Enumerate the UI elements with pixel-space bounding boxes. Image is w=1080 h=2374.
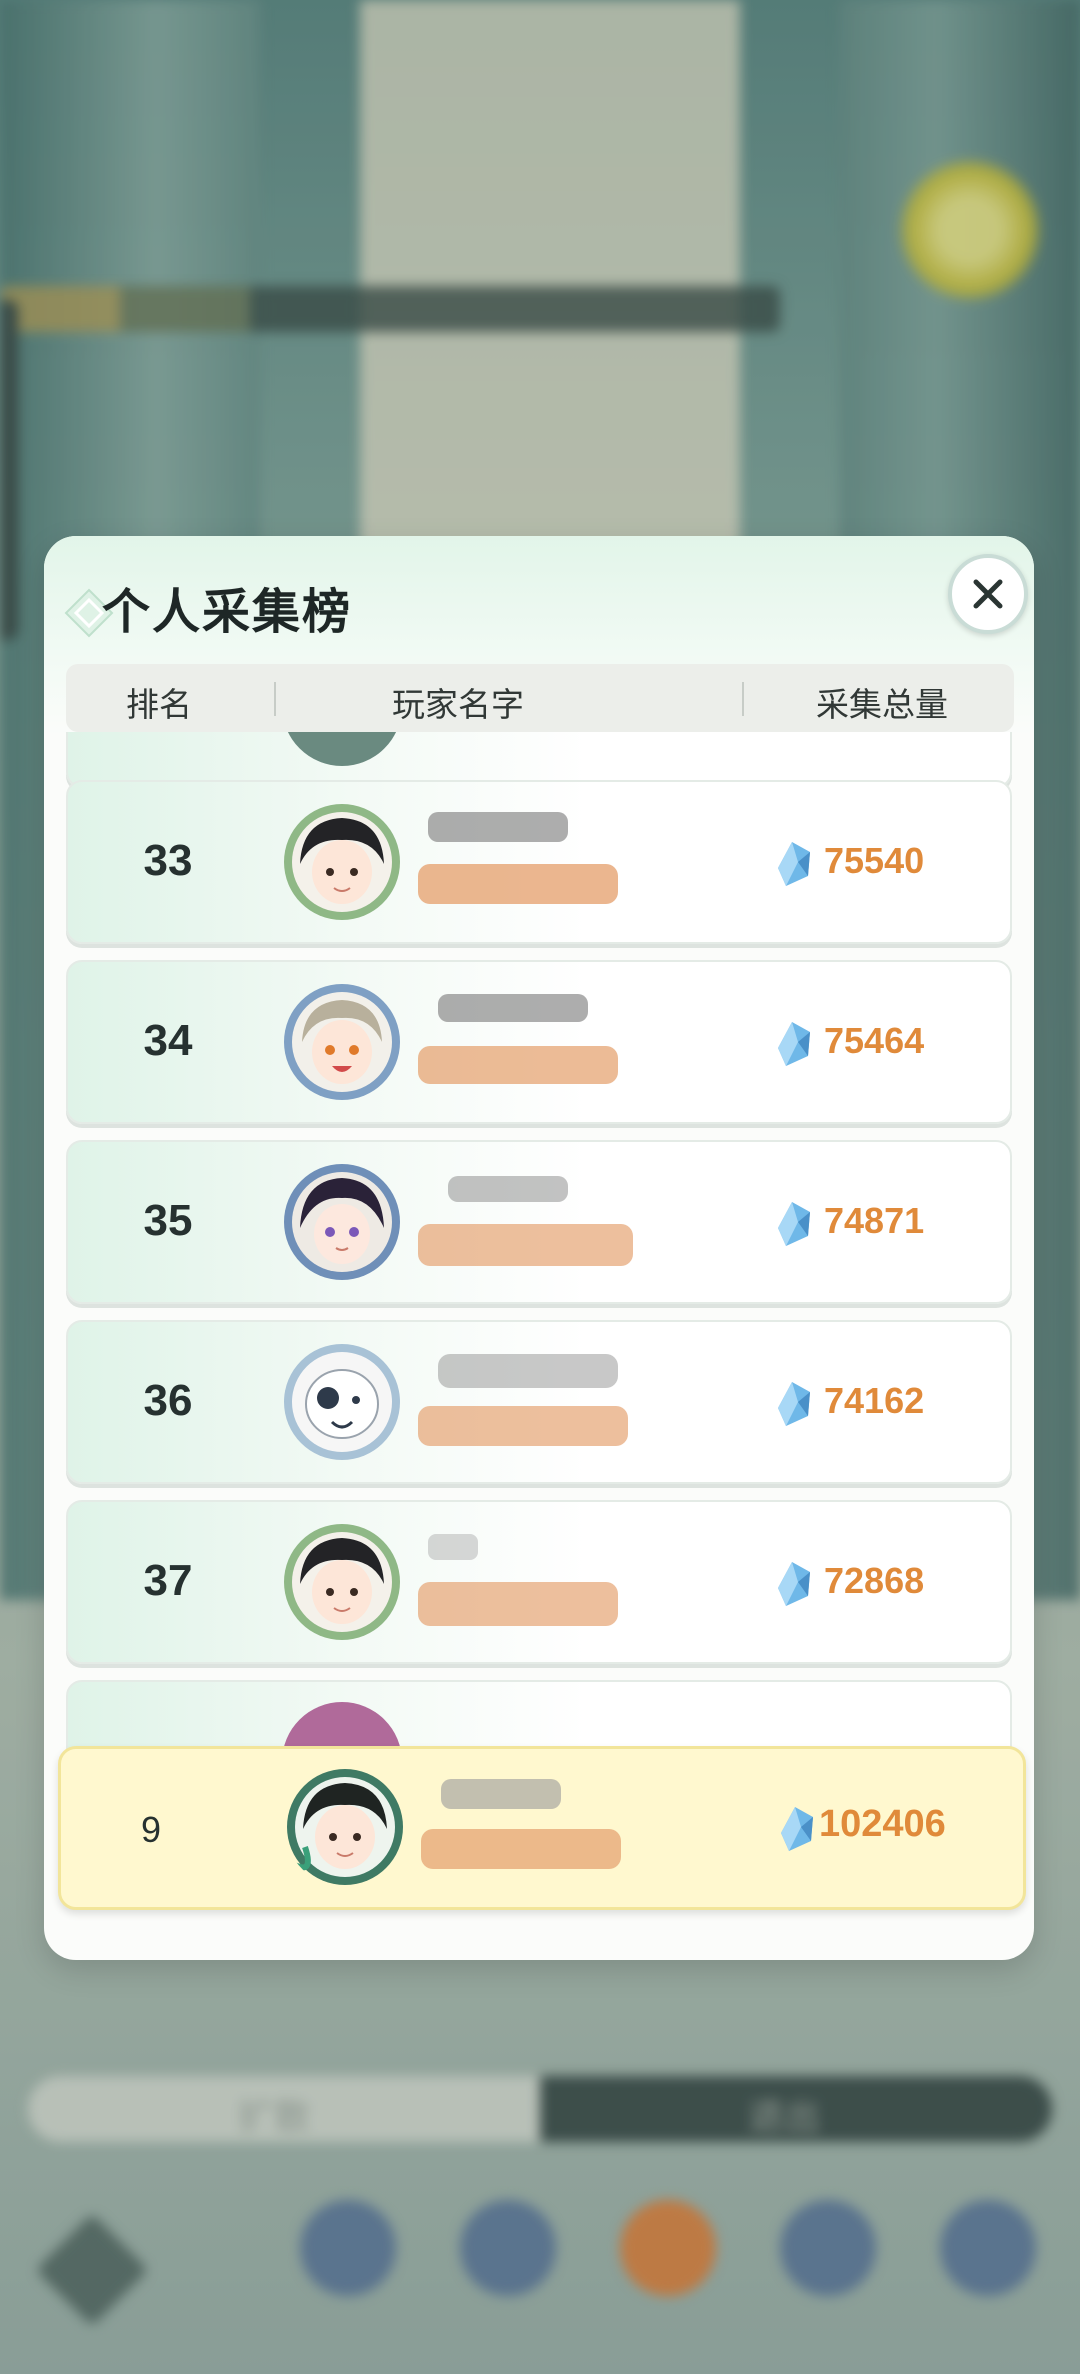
leaderboard-dialog: 个人采集榜 排名 玩家名字 采集总量 33 75540 34 75464 35 …: [44, 536, 1034, 1960]
table-row[interactable]: 37 72868: [66, 1500, 1012, 1664]
table-row[interactable]: 35 74871: [66, 1140, 1012, 1304]
table-row[interactable]: 34 75464: [66, 960, 1012, 1124]
row-rank: 34: [143, 1016, 193, 1065]
column-divider: [742, 682, 744, 716]
row-rank: 36: [143, 1376, 193, 1425]
dialog-title: 个人采集榜: [102, 586, 353, 639]
leaderboard-list[interactable]: 33 75540 34 75464 35 74871 36 74162 37 7…: [44, 732, 1034, 1912]
player-name-redacted: [418, 1534, 618, 1626]
close-button[interactable]: [948, 554, 1028, 634]
table-row[interactable]: 33 75540: [66, 780, 1012, 944]
player-name-redacted: [418, 812, 618, 904]
crystal-gem-icon: [778, 1562, 810, 1606]
player-name-redacted: [418, 994, 618, 1084]
crystal-gem-icon: [778, 1022, 810, 1066]
row-score: 75464: [824, 1020, 925, 1061]
row-score: 72868: [824, 1560, 925, 1601]
player-name-redacted: [418, 1354, 628, 1446]
avatar: [282, 1522, 402, 1642]
crystal-gem-icon: [778, 1202, 810, 1246]
column-divider: [274, 682, 276, 716]
my-rank-row[interactable]: 9 102406: [58, 1746, 1026, 1910]
row-rank: 37: [143, 1556, 193, 1605]
avatar: [285, 1767, 405, 1887]
my-score: 102406: [819, 1803, 946, 1845]
close-icon: [973, 579, 1003, 609]
row-rank: 35: [143, 1196, 193, 1245]
avatar: [282, 982, 402, 1102]
column-header-rank: 排名: [126, 686, 192, 723]
column-header-total: 采集总量: [816, 686, 948, 723]
crystal-gem-icon: [778, 842, 810, 886]
avatar: [282, 732, 402, 766]
table-header: 排名 玩家名字 采集总量: [66, 664, 1014, 732]
avatar: [282, 1162, 402, 1282]
row-score: 75540: [824, 840, 925, 881]
my-rank: 9: [140, 1809, 162, 1850]
avatar: [282, 1342, 402, 1462]
table-row[interactable]: 36 74162: [66, 1320, 1012, 1484]
row-score: 74162: [824, 1380, 925, 1421]
avatar: [282, 802, 402, 922]
crystal-gem-icon: [778, 1382, 810, 1426]
row-score: 74871: [824, 1200, 925, 1241]
row-rank: 33: [143, 836, 193, 885]
player-name-redacted: [418, 1176, 633, 1266]
crystal-gem-icon: [781, 1807, 813, 1851]
player-name-redacted: [421, 1779, 621, 1869]
column-header-player: 玩家名字: [392, 686, 524, 723]
